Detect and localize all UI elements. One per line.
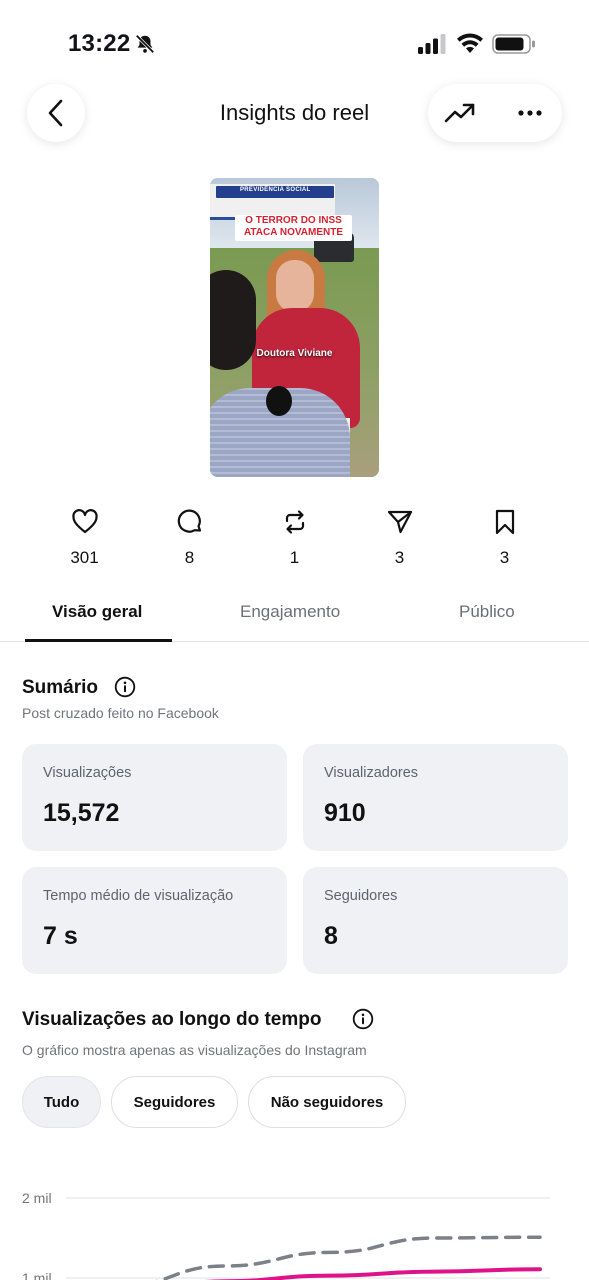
tab-overview[interactable]: Visão geral	[52, 602, 142, 622]
insights-tabs: Visão geral Engajamento Público	[0, 596, 589, 642]
metric-value: 7 s	[43, 922, 78, 950]
metric-card-avg-watch-time: Tempo médio de visualização 7 s	[22, 867, 287, 974]
summary-title: Sumário	[22, 677, 99, 698]
filter-all[interactable]: Tudo	[22, 1076, 101, 1128]
views-over-time-subtitle: O gráfico mostra apenas as visualizações…	[22, 1042, 367, 1058]
metric-card-followers: Seguidores 8	[303, 867, 568, 974]
stat-comments: 8	[137, 508, 242, 578]
metric-label: Tempo médio de visualização	[43, 888, 234, 904]
more-horizontal-icon	[518, 110, 542, 116]
likes-count: 301	[70, 548, 99, 567]
bookmark-icon	[495, 509, 514, 535]
thumb-face	[276, 260, 314, 312]
repost-icon	[285, 510, 304, 534]
views-over-time-title: Visualizações ao longo do tempo	[22, 1009, 322, 1030]
metric-card-viewers: Visualizadores 910	[303, 744, 568, 851]
wifi-icon	[457, 33, 483, 53]
info-icon[interactable]	[114, 676, 136, 698]
info-icon[interactable]	[352, 1008, 374, 1030]
cellular-signal-icon	[418, 34, 446, 54]
metric-value: 910	[324, 799, 366, 827]
filter-followers[interactable]: Seguidores	[111, 1076, 238, 1128]
active-tab-indicator	[25, 639, 172, 642]
thumb-caption: Doutora Viviane	[256, 348, 333, 359]
trending-up-icon	[444, 103, 475, 123]
shares-count: 3	[394, 548, 405, 567]
banner-line-1: O TERROR DO INSS	[245, 215, 342, 226]
stat-reposts: 1	[242, 508, 347, 578]
reposts-count: 1	[289, 548, 300, 567]
battery-icon	[492, 34, 535, 54]
status-time: 13:22	[68, 30, 131, 57]
thumb-microphone	[266, 386, 292, 416]
summary-subtitle: Post cruzado feito no Facebook	[22, 705, 219, 721]
y-tick-label: 2 mil	[22, 1190, 52, 1206]
heart-icon	[71, 509, 98, 534]
series-line-dashed	[155, 1235, 542, 1280]
engagement-stats: 301 8 1 3 3	[32, 508, 557, 578]
thumb-title-banner: O TERROR DO INSS ATACA NOVAMENTE	[235, 215, 352, 241]
metric-value: 15,572	[43, 799, 120, 827]
views-over-time-chart: 2 mil 1 mil	[22, 1190, 550, 1280]
comment-icon	[177, 509, 201, 533]
stat-saves: 3	[452, 508, 557, 578]
comments-count: 8	[184, 548, 195, 567]
share-icon	[387, 510, 412, 534]
tab-audience[interactable]: Público	[459, 602, 515, 622]
filter-non-followers[interactable]: Não seguidores	[248, 1076, 406, 1128]
header: Insights do reel	[0, 84, 589, 144]
metric-card-views: Visualizações 15,572	[22, 744, 287, 851]
status-bar: 13:22	[0, 0, 589, 88]
thumb-sign-text: PREVIDÊNCIA SOCIAL	[240, 187, 311, 193]
metric-value: 8	[324, 922, 338, 950]
metric-label: Seguidores	[324, 888, 398, 904]
tab-engagement[interactable]: Engajamento	[240, 602, 340, 622]
stat-likes: 301	[32, 508, 137, 578]
bell-muted-icon	[135, 34, 155, 54]
stat-shares: 3	[347, 508, 452, 578]
more-options-button[interactable]	[512, 96, 548, 130]
metric-label: Visualizadores	[324, 765, 419, 781]
trending-button[interactable]	[442, 96, 478, 130]
reel-thumbnail[interactable]: PREVIDÊNCIA SOCIAL O TERROR DO INSS ATAC…	[210, 178, 379, 477]
saves-count: 3	[499, 548, 510, 567]
banner-line-2: ATACA NOVAMENTE	[243, 227, 344, 238]
header-actions	[428, 84, 562, 142]
y-tick-label: 1 mil	[22, 1270, 52, 1280]
metric-label: Visualizações	[43, 765, 132, 781]
